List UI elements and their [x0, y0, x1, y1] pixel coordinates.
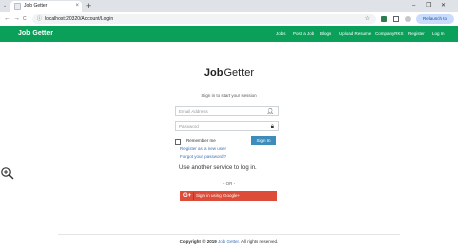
google-plus-icon: G+	[183, 193, 192, 199]
email-placeholder: Email Address	[179, 109, 208, 114]
url-text: localhost:20320/Account/Login	[45, 16, 114, 22]
close-window-button[interactable]: ✕	[441, 0, 446, 12]
nav-blogs[interactable]: Blogs	[320, 26, 331, 42]
password-placeholder: Password	[179, 124, 199, 129]
or-divider: - OR -	[222, 181, 236, 186]
external-login-heading: Use another service to log in.	[179, 165, 257, 171]
site-info-icon[interactable]: ⓘ	[37, 14, 42, 24]
extensions-puzzle-icon[interactable]	[393, 16, 399, 22]
password-field[interactable]: Password 🔒︎	[175, 121, 279, 131]
logo-getter: Getter	[223, 67, 255, 79]
tab-search-icon[interactable]: ⌄	[3, 0, 7, 12]
tab-title: Job Getter	[24, 3, 48, 9]
nav-post-a-job[interactable]: Post a Job	[293, 26, 314, 42]
google-signin-label: Sign in using Google+	[196, 193, 241, 198]
nav-jobs[interactable]: Jobs	[276, 26, 286, 42]
footer-copyright: Copyright © 2019	[179, 239, 217, 244]
bookmark-star-icon[interactable]: ☆	[365, 14, 370, 24]
tab-close-icon[interactable]: ×	[75, 1, 79, 12]
forgot-password-link[interactable]: Forgot your password?	[180, 154, 226, 160]
address-bar[interactable]: ⓘ localhost:20320/Account/Login ☆	[32, 14, 376, 24]
nav-register[interactable]: Register	[408, 26, 425, 42]
nav-company[interactable]: CompanyRKS	[375, 26, 404, 42]
site-brand[interactable]: Job Getter	[18, 26, 53, 42]
footer-divider	[58, 234, 400, 235]
login-logo: JobGetter	[0, 66, 458, 80]
login-subtitle: Sign in to start your session	[201, 93, 257, 98]
register-link[interactable]: Register as a new user	[180, 146, 226, 152]
restore-button[interactable]: ❐	[426, 0, 431, 12]
minimize-button[interactable]: –	[412, 0, 415, 12]
extension-icon[interactable]	[381, 16, 387, 22]
page-favicon-icon	[14, 3, 21, 10]
sign-in-button[interactable]: Sign In	[251, 136, 276, 145]
back-icon[interactable]: ←	[4, 12, 11, 26]
nav-upload-resume[interactable]: Upload Resume	[339, 26, 371, 42]
user-icon: 👤︎	[266, 109, 274, 115]
email-field[interactable]: Email Address 👤︎	[175, 106, 279, 116]
browser-tab[interactable]: Job Getter ×	[10, 1, 82, 12]
remember-me-label[interactable]: Remember me	[186, 138, 216, 144]
logo-job: Job	[203, 67, 224, 79]
footer-brand-link[interactable]: Job Getter.	[218, 239, 240, 244]
reload-icon[interactable]: C	[23, 12, 27, 26]
nav-login[interactable]: Log In	[432, 26, 445, 42]
new-tab-button[interactable]: +	[86, 0, 91, 12]
google-signin-button[interactable]: G+ Sign in using Google+	[180, 191, 277, 201]
lock-icon: 🔒︎	[270, 124, 274, 130]
remember-me-checkbox[interactable]	[175, 139, 181, 145]
button-separator	[193, 192, 194, 200]
relaunch-update-button[interactable]: Relaunch to update	[416, 14, 454, 31]
page-footer: Copyright © 2019 Job Getter. All rights …	[0, 239, 458, 245]
zoom-in-icon[interactable]	[0, 166, 14, 180]
footer-rights: All rights reserved.	[241, 239, 279, 244]
profile-avatar[interactable]	[405, 16, 411, 22]
forward-icon[interactable]: →	[13, 12, 20, 26]
